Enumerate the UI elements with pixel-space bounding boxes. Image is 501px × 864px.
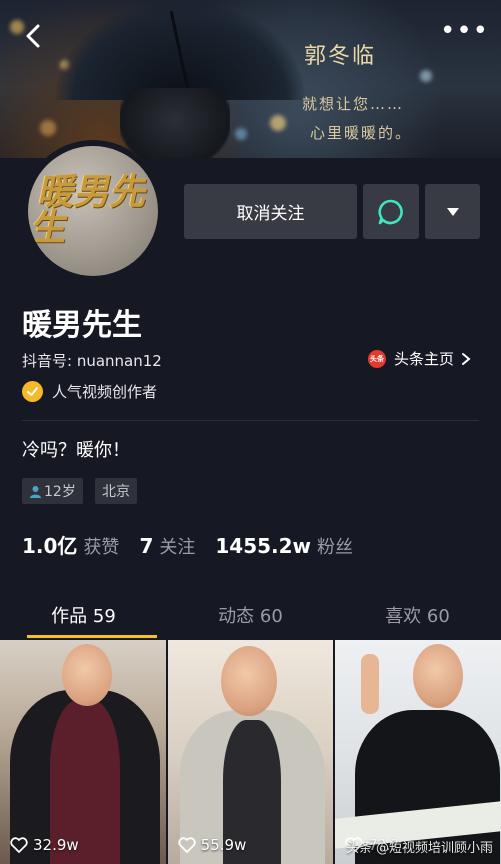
banner-caption-line2: 心里暖暖的。 bbox=[310, 124, 413, 142]
heart-outline-icon bbox=[178, 837, 196, 853]
heart-outline-icon bbox=[10, 837, 28, 853]
person-head bbox=[220, 646, 277, 716]
raised-hand bbox=[361, 654, 380, 714]
video-likes: 55.9w bbox=[178, 836, 247, 854]
profile-banner: 郭冬临 就想让您…… 心里暖暖的。 bbox=[0, 0, 501, 158]
following-count[interactable]: 7 bbox=[139, 534, 153, 558]
toutiao-link-label: 头条主页 bbox=[394, 350, 455, 368]
unfollow-button[interactable]: 取消关注 bbox=[184, 184, 357, 239]
bokeh-light bbox=[420, 70, 432, 82]
tab-dynamics[interactable]: 动态 60 bbox=[167, 590, 334, 638]
video-thumbnail[interactable]: 7?.? 头条 @短视频培训顾小雨 bbox=[335, 640, 501, 864]
video-thumbnail[interactable]: 32.9w bbox=[0, 640, 166, 864]
recommend-dropdown-button[interactable] bbox=[425, 184, 480, 239]
back-button[interactable] bbox=[18, 20, 50, 52]
banner-caption-line1: 就想让您…… bbox=[302, 95, 405, 113]
following-label[interactable]: 关注 bbox=[159, 533, 195, 559]
chevron-right-icon bbox=[462, 352, 471, 365]
video-likes: 32.9w bbox=[10, 836, 79, 854]
divider bbox=[22, 420, 479, 421]
banner-title: 郭冬临 bbox=[304, 44, 377, 69]
more-options-button[interactable]: ••• bbox=[440, 18, 488, 46]
followers-label[interactable]: 粉丝 bbox=[317, 533, 353, 559]
city-tag: 北京 bbox=[95, 478, 137, 504]
bokeh-light bbox=[270, 115, 286, 131]
video-likes-count: 32.9w bbox=[33, 836, 79, 854]
creator-label: 人气视频创作者 bbox=[52, 383, 158, 401]
more-dots-icon: ••• bbox=[440, 16, 490, 46]
bokeh-light bbox=[235, 128, 247, 140]
bokeh-light bbox=[40, 120, 56, 136]
avatar-logo-text: 暖男先生 bbox=[28, 171, 153, 249]
likes-label: 获赞 bbox=[83, 537, 120, 558]
caret-down-icon bbox=[446, 207, 459, 216]
verified-check-icon bbox=[22, 381, 43, 402]
creator-verification: 人气视频创作者 bbox=[22, 381, 157, 402]
profile-stats: 1.0亿 获赞 7 关注 1455.2w 粉丝 bbox=[22, 530, 373, 559]
toutiao-logo-icon: 头条 bbox=[368, 349, 386, 368]
age-label: 12岁 bbox=[44, 484, 76, 500]
person-head bbox=[62, 644, 112, 706]
video-grid: 32.9w 55.9w 7?.? 头条 @短视频培训顾小雨 bbox=[0, 640, 501, 864]
person-icon bbox=[30, 485, 41, 498]
video-thumbnail[interactable]: 55.9w bbox=[167, 640, 334, 864]
douyin-id: 抖音号: nuannan12 bbox=[22, 352, 162, 370]
tab-likes[interactable]: 喜欢 60 bbox=[334, 590, 501, 638]
video-likes-count: 55.9w bbox=[200, 836, 247, 854]
age-tag: 12岁 bbox=[22, 478, 83, 504]
toutiao-homepage-link[interactable]: 头条 头条主页 bbox=[368, 348, 472, 369]
chat-bubble-icon bbox=[378, 199, 403, 224]
banner-figure bbox=[120, 88, 230, 158]
avatar[interactable]: 暖男先生 bbox=[22, 140, 164, 282]
watermark: 头条 @短视频培训顾小雨 bbox=[345, 841, 494, 856]
profile-bio: 冷吗？暖你！ bbox=[22, 440, 130, 461]
avatar-image: 暖男先生 bbox=[28, 146, 158, 276]
chevron-left-icon bbox=[26, 24, 40, 48]
tab-works[interactable]: 作品 59 bbox=[0, 590, 167, 638]
content-tabs: 作品 59 动态 60 喜欢 60 bbox=[0, 590, 501, 638]
message-button[interactable] bbox=[363, 184, 419, 239]
person-head bbox=[413, 644, 464, 708]
likes-count: 1.0亿 bbox=[22, 534, 78, 558]
followers-count[interactable]: 1455.2w bbox=[215, 534, 311, 558]
profile-nickname: 暖男先生 bbox=[22, 308, 142, 343]
